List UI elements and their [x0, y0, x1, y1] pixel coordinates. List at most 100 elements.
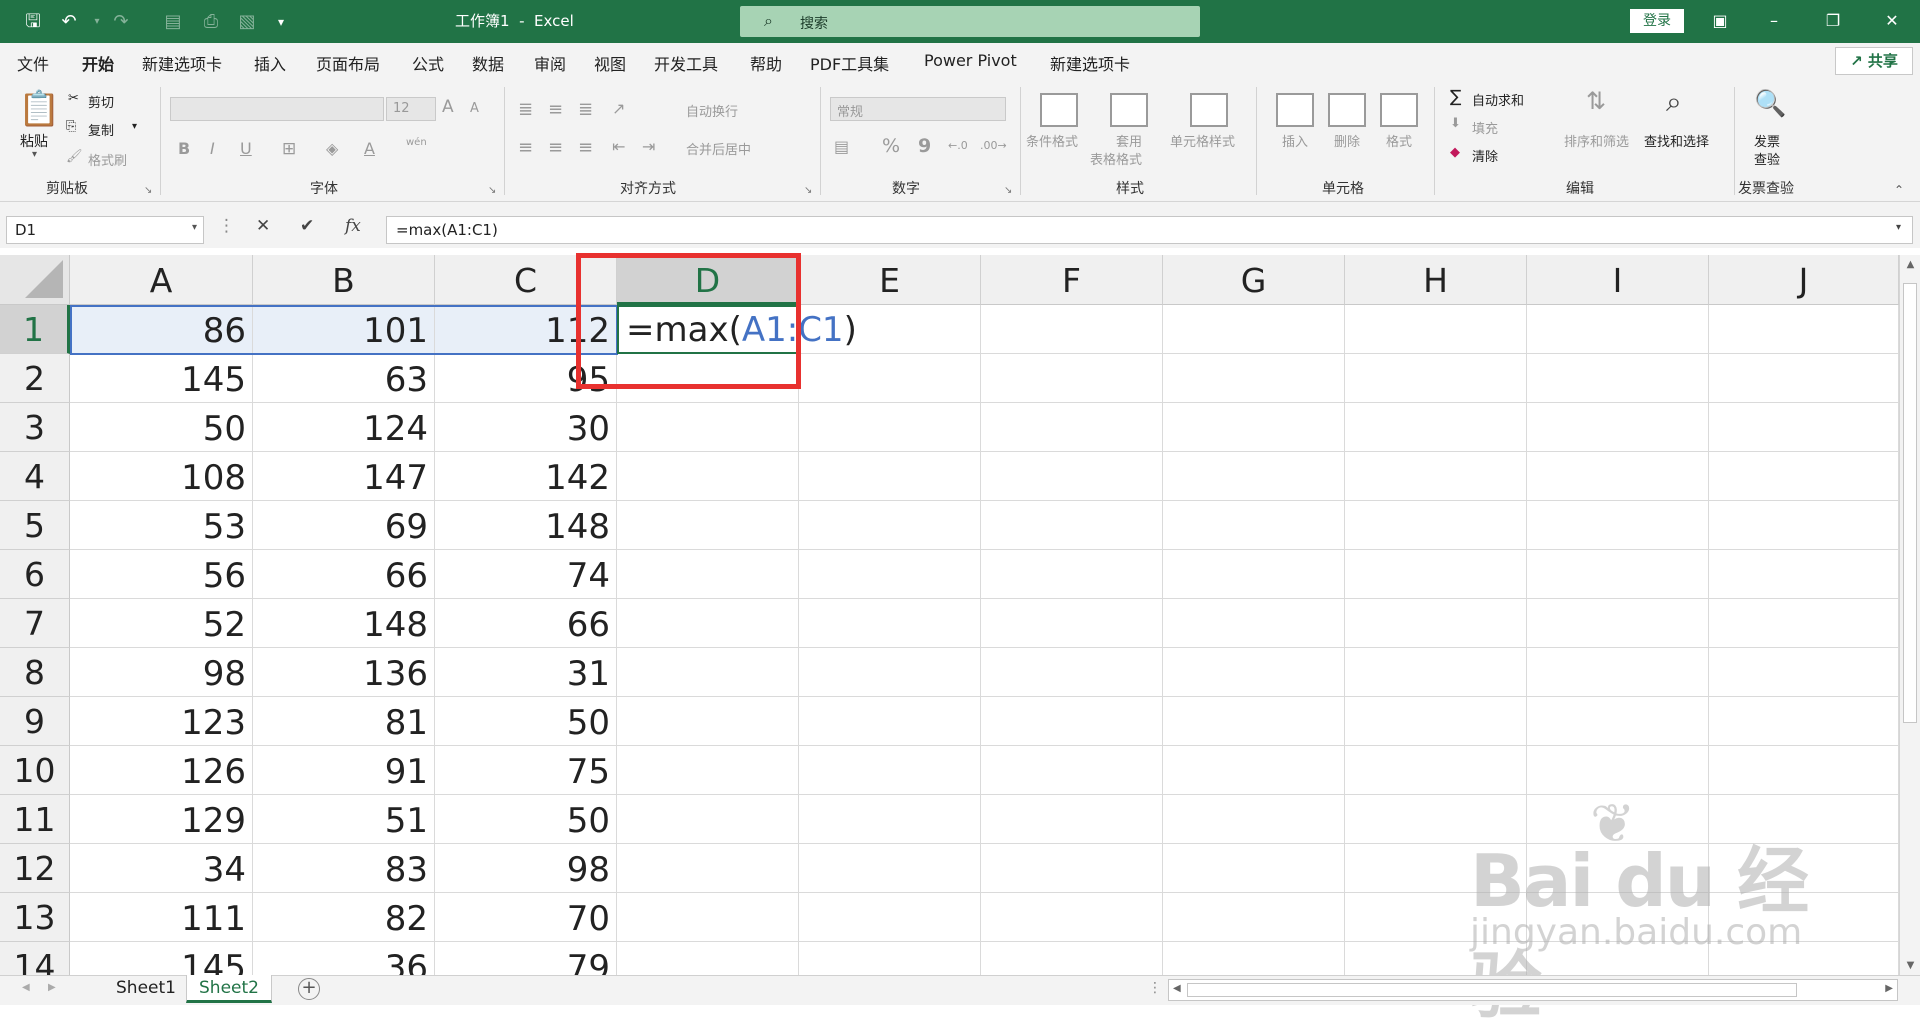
next-sheet-icon[interactable]: ▶	[48, 982, 56, 993]
cell-f12[interactable]	[981, 844, 1163, 893]
cell-e2[interactable]	[799, 354, 981, 403]
cell-b13[interactable]: 82	[253, 893, 435, 942]
tab-new-2[interactable]: 新建选项卡	[1050, 51, 1130, 75]
cell-a10[interactable]: 126	[70, 746, 253, 795]
close-icon[interactable]: ✕	[1872, 6, 1912, 36]
cell-a2[interactable]: 145	[70, 354, 253, 403]
cell-a1[interactable]: 86	[70, 305, 253, 354]
autosum-icon[interactable]: ∑	[1450, 87, 1461, 107]
cell-e10[interactable]	[799, 746, 981, 795]
cell-d5[interactable]	[617, 501, 799, 550]
cell-e5[interactable]	[799, 501, 981, 550]
cell-i12[interactable]	[1527, 844, 1709, 893]
cell-b4[interactable]: 147	[253, 452, 435, 501]
cell-c9[interactable]: 50	[435, 697, 617, 746]
grow-font-icon[interactable]: A	[442, 97, 454, 117]
column-header-f[interactable]: F	[981, 255, 1163, 305]
cell-b5[interactable]: 69	[253, 501, 435, 550]
clear-icon[interactable]: ◆	[1450, 145, 1460, 160]
cell-a5[interactable]: 53	[70, 501, 253, 550]
cell-g4[interactable]	[1163, 452, 1345, 501]
cell-i8[interactable]	[1527, 648, 1709, 697]
cell-i6[interactable]	[1527, 550, 1709, 599]
copy-dropdown-icon[interactable]: ▾	[132, 121, 137, 132]
scroll-up-icon[interactable]: ▲	[1900, 259, 1920, 270]
align-bottom-icon[interactable]: ≣	[578, 99, 593, 120]
align-middle-icon[interactable]: ≡	[548, 99, 563, 120]
format-cells-button[interactable]: 格式	[1386, 131, 1412, 150]
italic-button[interactable]: I	[210, 139, 215, 158]
sort-filter-button[interactable]: 排序和筛选	[1564, 131, 1629, 150]
paste-icon[interactable]: 📋	[18, 89, 60, 129]
cell-d13[interactable]	[617, 893, 799, 942]
copy-button[interactable]: 复制	[88, 120, 114, 139]
cell-h4[interactable]	[1345, 452, 1527, 501]
cell-g7[interactable]	[1163, 599, 1345, 648]
cell-b12[interactable]: 83	[253, 844, 435, 893]
cell-h3[interactable]	[1345, 403, 1527, 452]
cell-c10[interactable]: 75	[435, 746, 617, 795]
align-center-icon[interactable]: ≡	[548, 137, 563, 158]
cell-j2[interactable]	[1709, 354, 1899, 403]
bold-button[interactable]: B	[178, 139, 190, 158]
invoice-check-icon[interactable]: 🔍	[1754, 89, 1786, 119]
insert-cells-button[interactable]: 插入	[1282, 131, 1308, 150]
delete-cells-button[interactable]: 删除	[1334, 131, 1360, 150]
cell-e7[interactable]	[799, 599, 981, 648]
cell-f1[interactable]	[981, 305, 1163, 354]
cell-i3[interactable]	[1527, 403, 1709, 452]
cell-j5[interactable]	[1709, 501, 1899, 550]
row-header-2[interactable]: 2	[0, 354, 70, 403]
cell-g5[interactable]	[1163, 501, 1345, 550]
cut-icon[interactable]: ✂	[68, 91, 79, 106]
column-header-c[interactable]: C	[435, 255, 617, 305]
cell-h6[interactable]	[1345, 550, 1527, 599]
cell-f10[interactable]	[981, 746, 1163, 795]
share-button[interactable]: ↗ 共享	[1835, 47, 1913, 75]
cell-f13[interactable]	[981, 893, 1163, 942]
decrease-indent-icon[interactable]: ⇤	[612, 137, 625, 156]
cell-c2[interactable]: 95	[435, 354, 617, 403]
cell-c5[interactable]: 148	[435, 501, 617, 550]
format-as-table-icon[interactable]	[1110, 93, 1148, 127]
cell-j13[interactable]	[1709, 893, 1899, 942]
clipboard-launcher-icon[interactable]: ↘	[144, 185, 152, 196]
cell-f11[interactable]	[981, 795, 1163, 844]
cell-g3[interactable]	[1163, 403, 1345, 452]
cell-g11[interactable]	[1163, 795, 1345, 844]
tab-power-pivot[interactable]: Power Pivot	[924, 51, 1017, 70]
column-header-h[interactable]: H	[1345, 255, 1527, 305]
cell-h2[interactable]	[1345, 354, 1527, 403]
cell-h5[interactable]	[1345, 501, 1527, 550]
wrap-text-button[interactable]: 自动换行	[686, 101, 738, 120]
tab-new-1[interactable]: 新建选项卡	[142, 51, 222, 75]
cell-j8[interactable]	[1709, 648, 1899, 697]
conditional-format-button[interactable]: 条件格式	[1026, 131, 1078, 150]
column-header-a[interactable]: A	[70, 255, 253, 305]
tab-review[interactable]: 审阅	[534, 51, 566, 75]
cell-d10[interactable]	[617, 746, 799, 795]
column-header-g[interactable]: G	[1163, 255, 1345, 305]
cell-c12[interactable]: 98	[435, 844, 617, 893]
number-launcher-icon[interactable]: ↘	[1004, 185, 1012, 196]
row-header-7[interactable]: 7	[0, 599, 70, 648]
cell-h7[interactable]	[1345, 599, 1527, 648]
cell-h9[interactable]	[1345, 697, 1527, 746]
invoice-check-label-1[interactable]: 发票	[1754, 131, 1780, 150]
cell-b1[interactable]: 101	[253, 305, 435, 354]
cell-e11[interactable]	[799, 795, 981, 844]
fill-color-icon[interactable]: ◈	[326, 139, 338, 158]
clear-button[interactable]: 清除	[1472, 146, 1498, 165]
row-header-10[interactable]: 10	[0, 746, 70, 795]
cell-d3[interactable]	[617, 403, 799, 452]
cell-g13[interactable]	[1163, 893, 1345, 942]
cell-styles-icon[interactable]	[1190, 93, 1228, 127]
font-color-icon[interactable]: A	[364, 139, 375, 158]
tab-formulas[interactable]: 公式	[412, 51, 444, 75]
column-header-i[interactable]: I	[1527, 255, 1709, 305]
cell-e8[interactable]	[799, 648, 981, 697]
cell-j1[interactable]	[1709, 305, 1899, 354]
fill-button[interactable]: 填充	[1472, 118, 1498, 137]
cell-h8[interactable]	[1345, 648, 1527, 697]
cell-f9[interactable]	[981, 697, 1163, 746]
